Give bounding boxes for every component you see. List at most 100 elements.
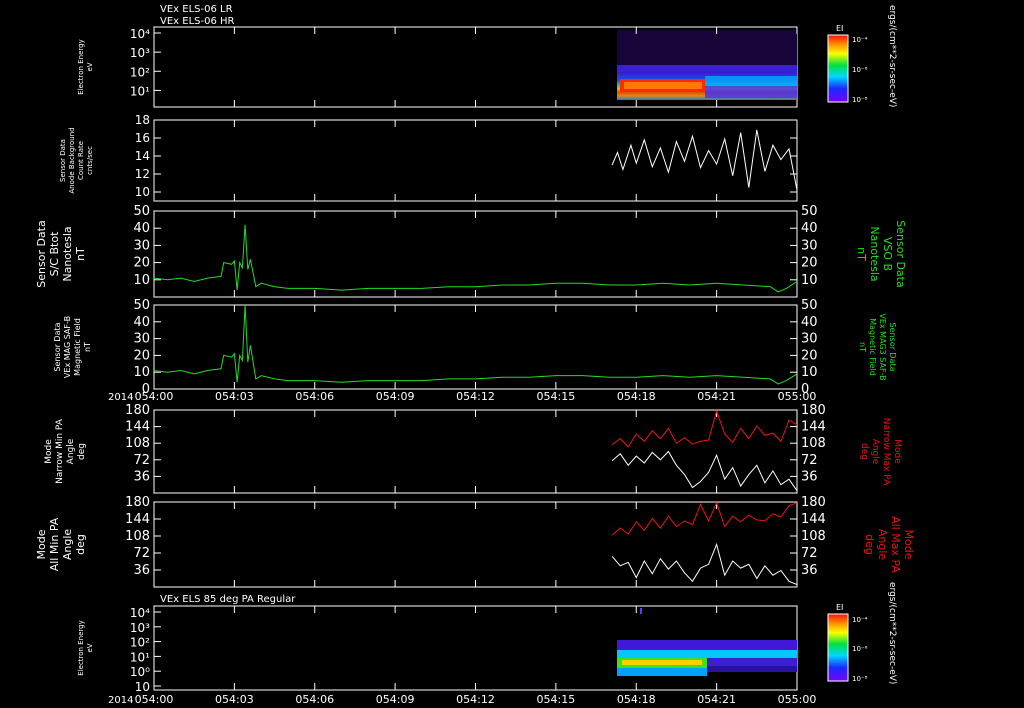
panel-5-series-1-line — [611, 450, 798, 491]
panel-2-ytick-label-2: 16 — [135, 131, 150, 145]
panel-6-ytick-label-right-2: 144 — [801, 512, 826, 527]
panel-2-ytick-label-4: 12 — [135, 167, 150, 181]
time-tick-label-lower-3: 054:06 — [295, 693, 334, 706]
colorbar-top-label-1: 10⁻⁴ — [852, 36, 868, 44]
panel-2-ytick-label-1: 18 — [135, 113, 150, 127]
panel-5-ytick-label-1: 180 — [125, 403, 150, 418]
panel-3-series-1-line — [153, 224, 798, 293]
panel-3-ytick-label-right-3: 30 — [801, 238, 818, 253]
colorbar-top-unit: ergs/(cm**2-sr-sec-eV) — [887, 5, 897, 107]
panel-1-ylabel-line-2: eV — [86, 62, 94, 71]
panel-6-ytick-label-right-1: 180 — [801, 495, 826, 510]
panel-2-ylabel-line-3: Count Rate — [77, 141, 85, 180]
panel-6-ylabel-line-3: Angle — [61, 529, 74, 561]
panel-7-ytick-label-1: 10⁴ — [130, 606, 150, 620]
panel-3-ytick-label-5: 10 — [133, 273, 150, 288]
year-label-upper: 2014 — [108, 392, 133, 403]
panel-4-ytick-label-1: 50 — [133, 298, 150, 313]
panel-7-ytick-label-6: 10 — [135, 680, 150, 694]
panel-narrow-pa-frame — [153, 409, 798, 494]
time-tick-label-lower-1: 054:00 — [135, 693, 174, 706]
panel-4-ytick-label-2: 40 — [133, 315, 150, 330]
panel-5-ylabel-line-2: Narrow Min PA — [55, 418, 65, 484]
panel-5-ytick-label-2: 144 — [125, 420, 150, 435]
panel-1-ytick-label-3: 10² — [130, 65, 150, 79]
panel-4-ytick-label-right-5: 10 — [801, 365, 818, 380]
panel-1-ytick-label-1: 10⁴ — [130, 27, 150, 41]
spectrogram-2 — [617, 608, 797, 676]
panel-5-ylabel-line-3: Angle — [66, 438, 76, 464]
panel-1-ytick-label-4: 10¹ — [130, 84, 150, 98]
panel-5-right-label-line-4: deg — [859, 443, 869, 460]
panel-4-ylabel-line-4: nT — [83, 342, 92, 352]
panel-2-ylabel-line-2: Anode Background — [68, 127, 76, 193]
panel-4-ylabel-line-1: Sensor Data — [53, 322, 62, 371]
panel-5-ytick-label-4: 72 — [133, 453, 150, 468]
panel-5-ytick-label-right-3: 108 — [801, 436, 826, 451]
time-tick-label-upper-3: 054:06 — [295, 390, 334, 403]
panel-4-ytick-label-3: 30 — [133, 332, 150, 347]
colorbar-bottom-label-2: 10⁻⁶ — [852, 645, 868, 653]
panel-5-right-label-line-3: Angle — [870, 439, 880, 465]
panel-3-right-label-line-2: VSO B — [881, 237, 894, 271]
header-line-2: VEx ELS-06 HR — [160, 16, 235, 27]
panel-6-ylabel-line-4: deg — [74, 534, 87, 555]
time-tick-label-upper-9: 055:00 — [778, 390, 817, 403]
pa85-spectrogram-title: VEx ELS 85 deg PA Regular — [160, 594, 296, 605]
panel-3-ytick-label-4: 20 — [133, 256, 150, 271]
panel-2-ylabel-line-4: cnts/sec — [86, 146, 94, 175]
panel-6-right-label-line-1: Mode — [902, 530, 915, 560]
panel-anode-background-frame — [153, 119, 798, 202]
panel-5-ytick-label-right-1: 180 — [801, 403, 826, 418]
colorbar-top-label-2: 10⁻⁶ — [852, 66, 868, 74]
panel-3-ytick-label-right-5: 10 — [801, 273, 818, 288]
panel-4-right-label-line-2: VEx MAG3 SAF-B — [878, 313, 887, 380]
panel-6-right-label-line-4: deg — [863, 534, 876, 555]
header-line-1: VEx ELS-06 LR — [160, 4, 233, 15]
panel-5-ytick-label-right-4: 72 — [801, 453, 818, 468]
time-tick-label-upper-5: 054:12 — [456, 390, 495, 403]
panel-2-ytick-label-3: 14 — [135, 149, 150, 163]
panel-6-ytick-label-2: 144 — [125, 512, 150, 527]
panel-7-ytick-label-4: 10¹ — [130, 650, 150, 664]
panel-4-ytick-label-4: 20 — [133, 348, 150, 363]
panel-2-series-1-line — [611, 129, 798, 191]
panel-5-right-label-line-1: Mode — [892, 439, 902, 464]
panel-6-ytick-label-right-4: 72 — [801, 546, 818, 561]
panel-7-ytick-label-5: 10⁰ — [130, 665, 150, 679]
panel-5-series-2-line — [611, 409, 798, 448]
panel-5-ylabel-line-1: Mode — [44, 439, 54, 464]
panel-4-ytick-label-right-4: 20 — [801, 348, 818, 363]
figure: VEx ELS-06 LR VEx ELS-06 HR EI EI 10⁻⁴ 1… — [35, 4, 915, 706]
panel-6-series-2-line — [611, 501, 798, 536]
panel-6-series-1-line — [611, 542, 798, 586]
panel-2-ylabel-line-1: Sensor Data — [59, 139, 67, 182]
panel-3-right-label-line-4: nT — [855, 247, 868, 261]
time-tick-label-lower-4: 054:09 — [376, 693, 415, 706]
panel-4-ytick-label-right-2: 40 — [801, 315, 818, 330]
panel-3-ytick-label-1: 50 — [133, 204, 150, 219]
panel-5-ytick-label-5: 36 — [133, 469, 150, 484]
panel-4-ytick-label-right-3: 30 — [801, 332, 818, 347]
panel-7-ylabel-line-1: Electron Energy — [77, 620, 85, 675]
time-tick-label-upper-1: 054:00 — [135, 390, 174, 403]
panel-6-ylabel-line-2: All Min PA — [48, 517, 61, 571]
panel-3-ytick-label-right-1: 50 — [801, 204, 818, 219]
panel-4-right-label-line-4: nT — [858, 342, 867, 352]
colorbar-top-label-3: 10⁻⁸ — [852, 96, 868, 104]
panel-4-right-label-line-3: Magnetic Field — [868, 318, 877, 376]
panel-4-series-1-line — [153, 304, 798, 385]
panel-5-ylabel-line-4: deg — [77, 443, 87, 460]
time-tick-label-lower-5: 054:12 — [456, 693, 495, 706]
panel-6-right-label-line-3: Angle — [876, 529, 889, 561]
panel-5-ytick-label-3: 108 — [125, 436, 150, 451]
time-tick-label-lower-6: 054:15 — [537, 693, 576, 706]
panel-4-ylabel-line-2: VEx MAG SAF-B — [63, 316, 72, 378]
panel-5-ytick-label-right-2: 144 — [801, 420, 826, 435]
time-tick-label-lower-9: 055:00 — [778, 693, 817, 706]
panel-3-right-label-line-3: Nanotesla — [868, 226, 881, 281]
colorbar-bottom-unit: ergs/(cm**2-sr-sec-eV) — [887, 582, 897, 684]
panel-6-right-label-line-2: All Max PA — [889, 516, 902, 573]
panel-3-ytick-label-right-4: 20 — [801, 256, 818, 271]
panel-6-ylabel-line-1: Mode — [35, 529, 48, 559]
